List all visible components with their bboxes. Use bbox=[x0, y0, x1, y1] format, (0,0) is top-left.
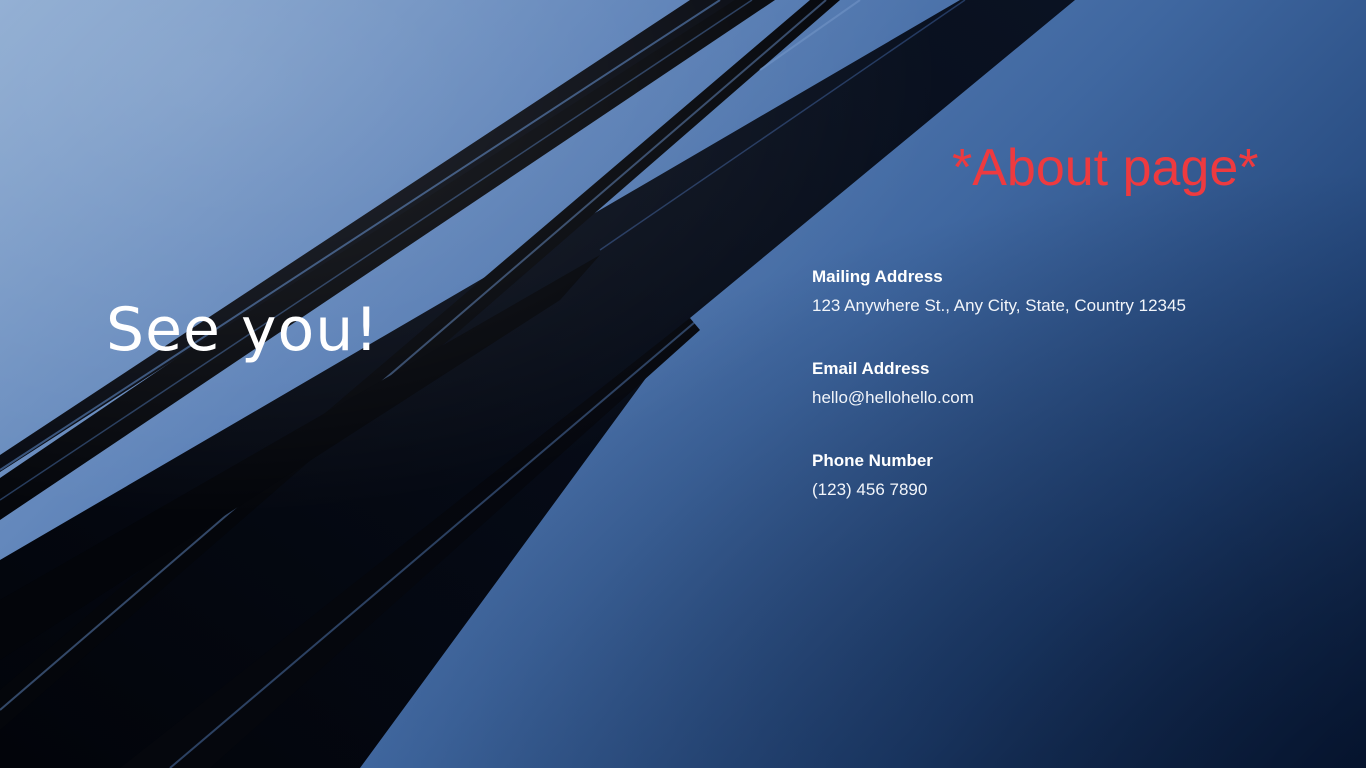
slide: See you! *About page* Mailing Address 12… bbox=[0, 0, 1366, 768]
contact-label: Phone Number bbox=[812, 451, 933, 470]
contact-info: Mailing Address 123 Anywhere St., Any Ci… bbox=[812, 266, 1332, 503]
contact-label: Email Address bbox=[812, 359, 930, 378]
about-page-tag: *About page* bbox=[952, 139, 1259, 197]
slide-headline: See you! bbox=[106, 295, 380, 365]
contact-value: hello@hellohello.com bbox=[812, 388, 974, 407]
contact-mailing-address: Mailing Address 123 Anywhere St., Any Ci… bbox=[812, 266, 1332, 319]
contact-value: (123) 456 7890 bbox=[812, 480, 928, 499]
contact-label: Mailing Address bbox=[812, 267, 943, 286]
contact-value: 123 Anywhere St., Any City, State, Count… bbox=[812, 296, 1186, 315]
contact-phone-number: Phone Number (123) 456 7890 bbox=[812, 450, 1332, 503]
contact-email-address: Email Address hello@hellohello.com bbox=[812, 358, 1332, 411]
